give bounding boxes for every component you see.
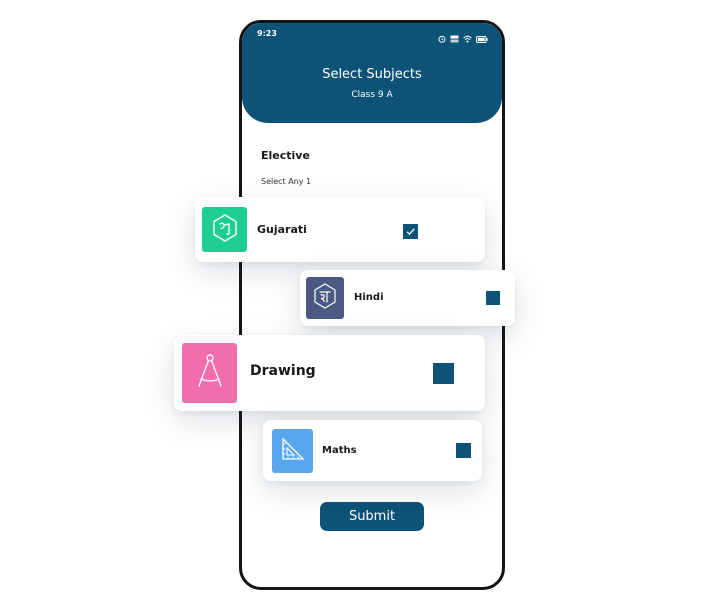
subject-card-maths[interactable]: Maths <box>263 420 482 481</box>
subject-label-maths: Maths <box>322 445 357 456</box>
subject-card-hindi[interactable]: Hindi <box>300 270 515 326</box>
subject-checkbox-gujarati[interactable] <box>403 224 418 239</box>
subject-tile-maths <box>272 429 313 473</box>
subject-card-drawing[interactable]: Drawing <box>174 335 485 411</box>
subject-checkbox-hindi[interactable] <box>486 291 500 305</box>
subject-label-gujarati: Gujarati <box>257 223 307 236</box>
hindi-letter-icon <box>312 282 338 314</box>
submit-button[interactable]: Submit <box>320 502 424 531</box>
subject-checkbox-drawing[interactable] <box>433 363 454 384</box>
subject-checkbox-maths[interactable] <box>456 443 471 458</box>
alarm-icon <box>438 28 446 47</box>
status-time: 9:23 <box>257 29 277 38</box>
set-square-icon <box>279 435 307 467</box>
subject-label-drawing: Drawing <box>250 363 316 379</box>
app-header: 9:23 Select Subjects Class 9 A <box>242 23 502 123</box>
section-heading: Elective <box>261 149 310 162</box>
subject-tile-hindi <box>306 277 344 319</box>
page-subtitle: Class 9 A <box>351 90 393 100</box>
subject-tile-gujarati <box>202 207 247 252</box>
page-title: Select Subjects <box>322 67 422 82</box>
network-speed-icon <box>450 28 459 47</box>
battery-icon <box>476 28 488 47</box>
section-hint: Select Any 1 <box>261 177 312 186</box>
checkmark-icon <box>405 222 416 241</box>
status-icons <box>438 28 488 47</box>
subject-card-gujarati[interactable]: Gujarati <box>195 197 485 262</box>
wifi-icon <box>463 28 472 47</box>
subject-tile-drawing <box>182 343 237 403</box>
status-bar: 9:23 <box>242 23 502 45</box>
subject-label-hindi: Hindi <box>354 292 384 303</box>
compass-icon <box>193 352 227 394</box>
gujarati-letter-icon <box>210 213 240 247</box>
